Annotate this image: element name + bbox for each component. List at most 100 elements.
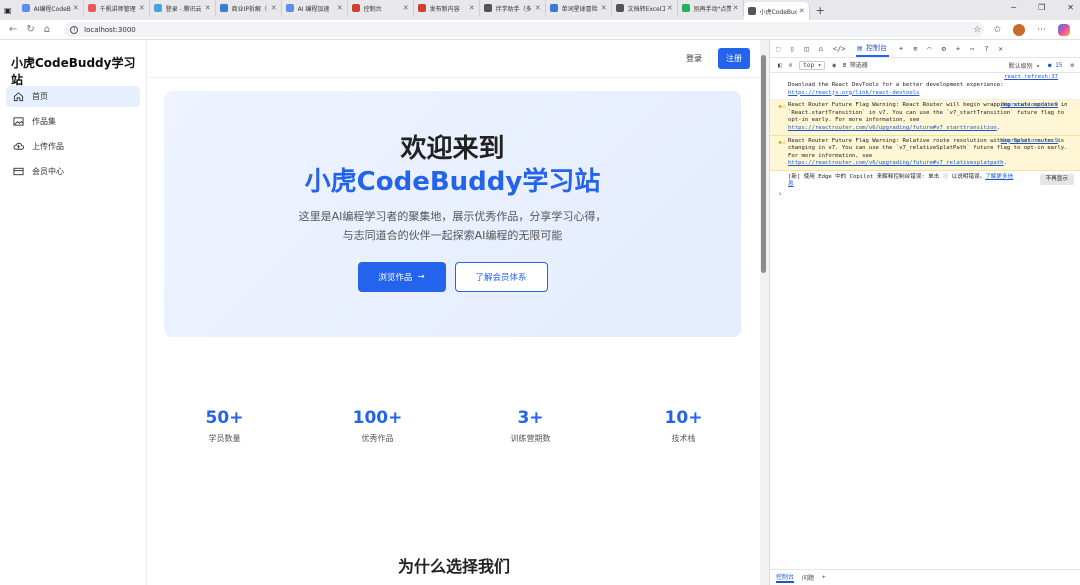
tab-title: 伴学助手（多 bbox=[495, 5, 532, 13]
arrow-right-icon: → bbox=[417, 272, 425, 282]
warning-source-link[interactable]: deprecations.ts:9 bbox=[1001, 138, 1058, 146]
settings-icon[interactable]: ⚙ bbox=[942, 45, 946, 53]
browse-works-button[interactable]: 浏览作品 → bbox=[357, 262, 446, 292]
network-icon[interactable]: ≋ bbox=[913, 45, 917, 53]
sidebar-item[interactable]: 作品集 bbox=[6, 111, 140, 132]
message-source-link[interactable]: react_refresh:37 bbox=[1004, 74, 1058, 82]
sidebar-toggle-icon[interactable]: ◧ bbox=[778, 62, 782, 69]
url-text: localhost:3000 bbox=[84, 25, 136, 34]
performance-icon[interactable]: ◠ bbox=[927, 45, 931, 53]
close-devtools-icon[interactable]: ✕ bbox=[999, 45, 1003, 53]
membership-button[interactable]: 了解会员体系 bbox=[454, 262, 548, 292]
close-tab-icon[interactable]: ✕ bbox=[337, 4, 343, 12]
console-settings-icon[interactable]: ⚙ bbox=[1070, 62, 1074, 69]
browser-tab[interactable]: 千帆讲师管理 ✕ bbox=[84, 0, 150, 16]
tab-favicon-icon bbox=[483, 4, 492, 12]
close-tab-icon[interactable]: ✕ bbox=[799, 7, 805, 15]
welcome-icon[interactable]: ⌂ bbox=[819, 45, 823, 53]
more-tools-icon[interactable]: ⋯ bbox=[970, 45, 974, 53]
browser-tab[interactable]: 别再手动"点赞 ✕ bbox=[678, 0, 744, 16]
sidebar-item[interactable]: 首页 bbox=[6, 86, 140, 107]
close-tab-icon[interactable]: ✕ bbox=[535, 4, 541, 12]
browser-tab[interactable]: 控制台 ✕ bbox=[348, 0, 414, 16]
clear-console-icon[interactable]: ⊘ bbox=[789, 62, 793, 69]
login-link[interactable]: 登录 bbox=[686, 53, 702, 64]
hero-subtitle: 小虎CodeBuddy学习站 bbox=[304, 167, 601, 197]
console-tab-label: 控制台 bbox=[865, 43, 887, 52]
inspect-icon[interactable]: ⬚ bbox=[776, 45, 780, 53]
browser-tab[interactable]: 商业IP拆解（ ✕ bbox=[216, 0, 282, 16]
home-icon[interactable]: ⌂ bbox=[44, 24, 50, 35]
drawer-tab-console[interactable]: 控制台 bbox=[776, 572, 795, 583]
page-scrollbar[interactable] bbox=[760, 40, 768, 585]
browser-tab[interactable]: 小虎CodeBud ✕ bbox=[743, 2, 810, 20]
close-tab-icon[interactable]: ✕ bbox=[403, 4, 409, 12]
close-window-icon[interactable]: ✕ bbox=[1067, 3, 1074, 12]
close-tab-icon[interactable]: ✕ bbox=[469, 4, 475, 12]
console-prompt[interactable]: › bbox=[770, 190, 1080, 199]
context-select[interactable]: top ▾ bbox=[799, 60, 826, 70]
close-tab-icon[interactable]: ✕ bbox=[73, 4, 79, 12]
warning-source-link[interactable]: deprecations.ts:9 bbox=[1001, 102, 1058, 110]
maximize-icon[interactable]: ❐ bbox=[1038, 3, 1045, 12]
level-select[interactable]: 默认级别 ▾ bbox=[1009, 61, 1040, 70]
main-content: 登录 注册 欢迎来到 小虎CodeBuddy学习站 这里是AI编程学习者的聚集地… bbox=[148, 40, 760, 585]
close-tab-icon[interactable]: ✕ bbox=[733, 4, 739, 12]
stat-item: 50+ 学员数量 bbox=[148, 408, 301, 444]
favorites-icon[interactable]: ✩ bbox=[993, 25, 1001, 35]
register-button[interactable]: 注册 bbox=[718, 48, 750, 69]
scrollbar-thumb[interactable] bbox=[761, 55, 766, 273]
sources-icon[interactable]: ☀ bbox=[899, 45, 903, 53]
info-icon[interactable]: i bbox=[70, 25, 79, 34]
browser-tab[interactable]: 单词星球冒险 ✕ bbox=[546, 0, 612, 16]
add-tab-icon[interactable]: + bbox=[956, 45, 960, 53]
dock-icon[interactable]: ◫ bbox=[804, 45, 808, 53]
copilot-hint-text-2: 以说明错误。 bbox=[948, 173, 986, 180]
sidebar-item[interactable]: 上传作品 bbox=[6, 136, 140, 157]
favorite-star-icon[interactable]: ☆ bbox=[973, 25, 981, 35]
new-tab-icon[interactable]: + bbox=[816, 4, 825, 17]
browser-tab[interactable]: 伴学助手（多 ✕ bbox=[480, 0, 546, 16]
elements-icon[interactable]: </> bbox=[833, 45, 846, 53]
back-icon[interactable]: ← bbox=[9, 24, 17, 35]
close-tab-icon[interactable]: ✕ bbox=[205, 4, 211, 12]
dont-show-again-button[interactable]: 不再显示 bbox=[1039, 173, 1074, 185]
device-icon[interactable]: ▯ bbox=[790, 45, 794, 53]
drawer-add-icon[interactable]: + bbox=[822, 574, 826, 581]
close-tab-icon[interactable]: ✕ bbox=[271, 4, 277, 12]
url-field[interactable]: i localhost:3000 bbox=[64, 22, 985, 37]
close-tab-icon[interactable]: ✕ bbox=[139, 4, 145, 12]
browser-tab[interactable]: 文档转Excel工 ✕ bbox=[612, 0, 678, 16]
stat-label: 训练营期数 bbox=[510, 434, 551, 443]
sidebar-item-label: 作品集 bbox=[32, 117, 56, 126]
profile-avatar[interactable] bbox=[1013, 23, 1025, 36]
more-icon[interactable]: ⋯ bbox=[1037, 25, 1046, 35]
reload-icon[interactable]: ↻ bbox=[26, 24, 34, 35]
eye-icon[interactable]: ◉ bbox=[832, 62, 836, 69]
stat-item: 3+ 训练营期数 bbox=[454, 408, 607, 444]
minimize-icon[interactable]: ─ bbox=[1011, 3, 1016, 12]
warning-link[interactable]: https://reactrouter.com/v6/upgrading/fut… bbox=[788, 160, 1004, 166]
browser-tab[interactable]: 登录 - 腾讯云 ✕ bbox=[150, 0, 216, 16]
help-icon[interactable]: ? bbox=[984, 45, 988, 53]
tab-console[interactable]: ▤ 控制台 bbox=[855, 41, 889, 57]
copilot-hint-text: [新] 使用 Edge 中的 Copilot 来解释控制台错误: 单击 bbox=[788, 173, 943, 180]
tab-favicon-icon bbox=[153, 4, 162, 12]
close-tab-icon[interactable]: ✕ bbox=[601, 4, 607, 12]
tab-actions-icon[interactable]: ▣ bbox=[4, 6, 12, 15]
browser-tab[interactable]: AI 编程加速 ✕ bbox=[282, 0, 348, 16]
close-tab-icon[interactable]: ✕ bbox=[667, 4, 673, 12]
message-text: Download the React DevTools for a better… bbox=[788, 82, 1004, 88]
issues-count[interactable]: ● 15 bbox=[1048, 62, 1062, 69]
sidebar-item[interactable]: 会员中心 bbox=[6, 161, 140, 182]
copilot-icon[interactable] bbox=[1058, 23, 1070, 36]
browser-tab[interactable]: 发布新内容 ✕ bbox=[414, 0, 480, 16]
filter-field[interactable]: ⩩ 筛选器 bbox=[843, 60, 868, 70]
warning-link[interactable]: https://reactrouter.com/v6/upgrading/fut… bbox=[788, 125, 997, 131]
browser-tab[interactable]: AI编程CodeBu ✕ bbox=[18, 0, 84, 16]
stat-number: 100+ bbox=[352, 408, 403, 428]
message-link[interactable]: https://reactjs.org/link/react-devtools bbox=[788, 90, 919, 96]
console-output: react_refresh:37 Download the React DevT… bbox=[770, 73, 1080, 199]
drawer-tab-issues[interactable]: 问题 bbox=[802, 573, 814, 582]
tab-title: 控制台 bbox=[363, 5, 382, 13]
